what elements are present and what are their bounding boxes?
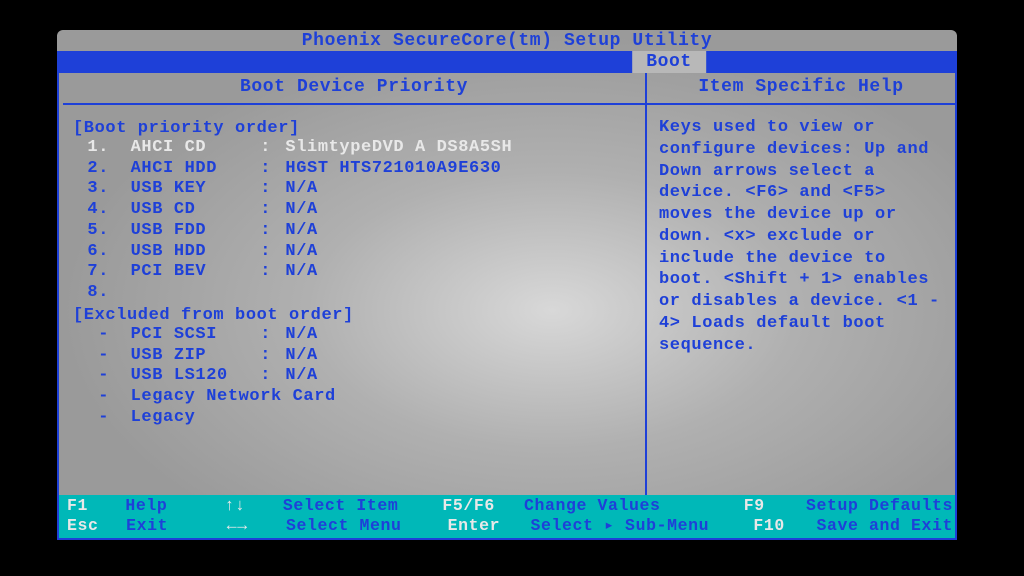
boot-index: 4.	[73, 200, 109, 221]
excluded-device: USB ZIP	[131, 346, 257, 367]
boot-index: 5.	[73, 221, 109, 242]
menu-tab-bar[interactable]: Boot	[57, 51, 957, 73]
excluded-value: N/A	[275, 325, 635, 346]
boot-item[interactable]: 5. USB FDD : N/A	[73, 221, 635, 242]
key-f1: F1	[67, 496, 125, 516]
divider	[63, 103, 645, 105]
boot-device: USB KEY	[131, 179, 257, 200]
excluded-bullet: -	[73, 325, 109, 346]
utility-title: Phoenix SecureCore(tm) Setup Utility	[57, 30, 957, 51]
label-select-menu: Select Menu	[286, 516, 448, 536]
key-updown-icon: ↑↓	[225, 496, 283, 516]
key-f5f6: F5/F6	[442, 496, 524, 516]
boot-device: AHCI CD	[131, 138, 257, 159]
excluded-value: N/A	[275, 346, 635, 367]
boot-device	[131, 283, 257, 304]
boot-item[interactable]: 3. USB KEY : N/A	[73, 179, 635, 200]
left-panel: Boot Device Priority [Boot priority orde…	[59, 73, 647, 495]
boot-item[interactable]: 6. USB HDD : N/A	[73, 242, 635, 263]
key-f10: F10	[753, 516, 816, 536]
key-f9: F9	[744, 496, 806, 516]
excluded-device: Legacy Network Card	[131, 387, 257, 408]
label-change-values: Change Values	[524, 496, 744, 516]
help-heading: Item Specific Help	[659, 75, 943, 103]
excluded-label: [Excluded from boot order]	[73, 306, 635, 325]
help-text: Keys used to view or configure devices: …	[659, 117, 943, 356]
boot-item[interactable]: 1. AHCI CD : SlimtypeDVD A DS8A5SH	[73, 138, 635, 159]
boot-device: USB CD	[131, 200, 257, 221]
excluded-item[interactable]: - USB ZIP : N/A	[73, 346, 635, 367]
divider	[647, 103, 955, 105]
boot-value: N/A	[275, 200, 635, 221]
excluded-value	[275, 408, 635, 429]
excluded-value	[275, 387, 635, 408]
boot-item[interactable]: 4. USB CD : N/A	[73, 200, 635, 221]
excluded-bullet: -	[73, 366, 109, 387]
excluded-device: PCI SCSI	[131, 325, 257, 346]
footer-key-legend: F1 Help ↑↓ Select Item F5/F6 Change Valu…	[57, 495, 957, 540]
bios-screen: Phoenix SecureCore(tm) Setup Utility Boo…	[57, 30, 957, 540]
key-leftright-icon: ←→	[227, 516, 286, 536]
excluded-device: USB LS120	[131, 366, 257, 387]
boot-value: N/A	[275, 262, 635, 283]
label-help: Help	[125, 496, 224, 516]
label-setup-defaults: Setup Defaults	[806, 496, 953, 516]
label-save-exit: Save and Exit	[817, 516, 954, 536]
boot-priority-list[interactable]: 1. AHCI CD : SlimtypeDVD A DS8A5SH2. AHC…	[73, 138, 635, 304]
boot-index: 2.	[73, 159, 109, 180]
boot-device: AHCI HDD	[131, 159, 257, 180]
boot-item[interactable]: 2. AHCI HDD : HGST HTS721010A9E630	[73, 159, 635, 180]
boot-value: N/A	[275, 242, 635, 263]
excluded-item[interactable]: - PCI SCSI : N/A	[73, 325, 635, 346]
boot-device: PCI BEV	[131, 262, 257, 283]
excluded-value: N/A	[275, 366, 635, 387]
key-esc: Esc	[67, 516, 126, 536]
excluded-item[interactable]: - USB LS120: N/A	[73, 366, 635, 387]
boot-value: HGST HTS721010A9E630	[275, 159, 635, 180]
excluded-bullet: -	[73, 408, 109, 429]
boot-device: USB FDD	[131, 221, 257, 242]
footer-row-1: F1 Help ↑↓ Select Item F5/F6 Change Valu…	[67, 496, 953, 516]
key-enter: Enter	[448, 516, 531, 536]
boot-item[interactable]: 7. PCI BEV : N/A	[73, 262, 635, 283]
label-select-submenu: Select ▸ Sub-Menu	[531, 516, 754, 536]
tab-boot[interactable]: Boot	[632, 51, 706, 73]
excluded-bullet: -	[73, 346, 109, 367]
boot-value: SlimtypeDVD A DS8A5SH	[275, 138, 635, 159]
boot-index: 8.	[73, 283, 109, 304]
boot-value: N/A	[275, 221, 635, 242]
excluded-device: Legacy	[131, 408, 257, 429]
boot-index: 3.	[73, 179, 109, 200]
main-area: Boot Device Priority [Boot priority orde…	[57, 73, 957, 495]
boot-value	[275, 283, 635, 304]
excluded-item[interactable]: - Legacy Network Card	[73, 387, 635, 408]
boot-index: 6.	[73, 242, 109, 263]
help-panel: Item Specific Help Keys used to view or …	[647, 73, 955, 495]
boot-item[interactable]: 8.	[73, 283, 635, 304]
footer-row-2: Esc Exit ←→ Select Menu Enter Select ▸ S…	[67, 516, 953, 536]
excluded-bullet: -	[73, 387, 109, 408]
boot-value: N/A	[275, 179, 635, 200]
label-exit: Exit	[126, 516, 227, 536]
boot-order-label: [Boot priority order]	[73, 119, 635, 138]
boot-index: 1.	[73, 138, 109, 159]
excluded-item[interactable]: - Legacy	[73, 408, 635, 429]
excluded-list[interactable]: - PCI SCSI : N/A - USB ZIP : N/A - USB L…	[73, 325, 635, 429]
left-heading: Boot Device Priority	[73, 75, 635, 103]
boot-device: USB HDD	[131, 242, 257, 263]
boot-index: 7.	[73, 262, 109, 283]
label-select-item: Select Item	[283, 496, 442, 516]
